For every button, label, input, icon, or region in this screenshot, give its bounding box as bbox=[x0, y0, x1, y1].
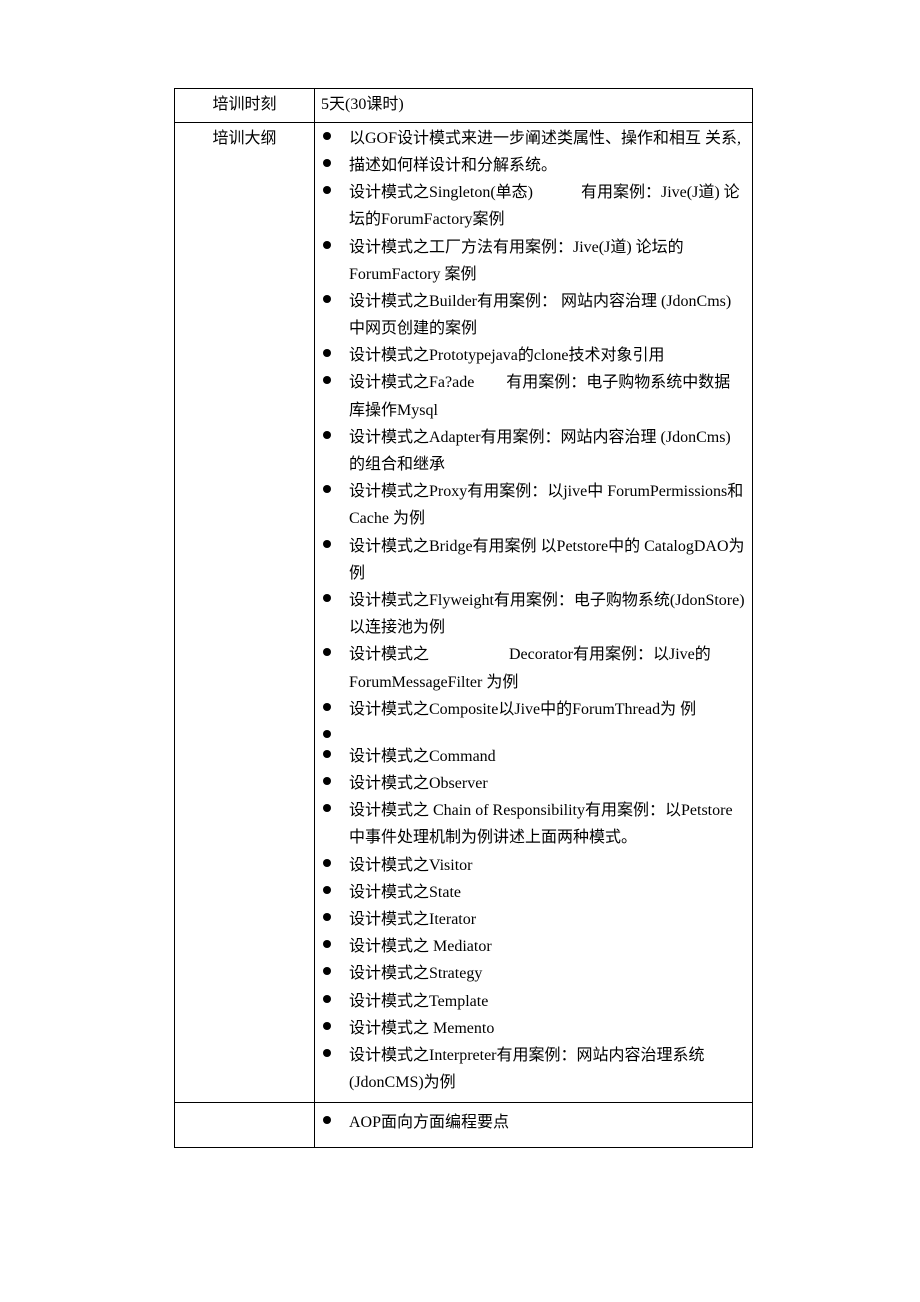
list-item-text: 设计模式之Flyweight有用案例：电子购物系统(JdonStore)以连接池… bbox=[349, 592, 745, 636]
bullet-icon bbox=[323, 1049, 331, 1057]
list-item-text: 设计模式之Composite以Jive中的ForumThread为 例 bbox=[349, 701, 696, 718]
list-item-text: 设计模式之Proxy有用案例：以jive中 ForumPermissions和 … bbox=[349, 483, 743, 527]
list-item: 描述如何样设计和分解系统。 bbox=[317, 152, 746, 179]
bullet-icon bbox=[323, 750, 331, 758]
bullet-icon bbox=[323, 967, 331, 975]
bullet-icon bbox=[323, 1022, 331, 1030]
list-item: 设计模式之Command bbox=[317, 743, 746, 770]
list-item-text: 设计模式之Singleton(单态) 有用案例：Jive(J道) 论坛的Foru… bbox=[349, 184, 740, 228]
list-item-text: 设计模式之Builder有用案例： 网站内容治理 (JdonCms)中网页创建的… bbox=[349, 293, 731, 337]
bullet-icon bbox=[323, 540, 331, 548]
bullet-icon bbox=[323, 594, 331, 602]
list-item: 设计模式之Bridge有用案例 以Petstore中的 CatalogDAO为例 bbox=[317, 533, 746, 587]
bullet-icon bbox=[323, 132, 331, 140]
bullet-icon bbox=[323, 859, 331, 867]
list-item-text: 设计模式之Iterator bbox=[349, 911, 476, 928]
row3-value-cell: AOP面向方面编程要点 bbox=[315, 1103, 753, 1147]
list-item-text: 设计模式之Command bbox=[349, 748, 496, 765]
list-item: 设计模式之Interpreter有用案例：网站内容治理系统(JdonCMS)为例 bbox=[317, 1042, 746, 1096]
bullet-icon bbox=[323, 241, 331, 249]
table-row: AOP面向方面编程要点 bbox=[175, 1103, 753, 1147]
list-item: 设计模式之Proxy有用案例：以jive中 ForumPermissions和 … bbox=[317, 478, 746, 532]
bullet-icon bbox=[323, 995, 331, 1003]
bullet-icon bbox=[323, 159, 331, 167]
list-item-text: 设计模式之Strategy bbox=[349, 965, 482, 982]
list-item-text: 设计模式之State bbox=[349, 884, 461, 901]
list-item: 设计模式之Strategy bbox=[317, 960, 746, 987]
list-item: 设计模式之 Mediator bbox=[317, 933, 746, 960]
list-item: 设计模式之Fa?ade 有用案例：电子购物系统中数据库操作Mysql bbox=[317, 369, 746, 423]
list-item: 设计模式之Template bbox=[317, 988, 746, 1015]
list-item-text: 描述如何样设计和分解系统。 bbox=[349, 157, 557, 174]
list-item-text: 设计模式之Visitor bbox=[349, 857, 473, 874]
list-item-text: 设计模式之Adapter有用案例：网站内容治理 (JdonCms)的组合和继承 bbox=[349, 429, 731, 473]
list-item-text: 设计模式之 Chain of Responsibility有用案例：以Petst… bbox=[349, 802, 733, 846]
list-item: 以GOF设计模式来进一步阐述类属性、操作和相互 关系, bbox=[317, 125, 746, 152]
list-item: 设计模式之Singleton(单态) 有用案例：Jive(J道) 论坛的Foru… bbox=[317, 179, 746, 233]
list-item-text: 设计模式之Observer bbox=[349, 775, 488, 792]
row2-value-cell: 以GOF设计模式来进一步阐述类属性、操作和相互 关系, 描述如何样设计和分解系统。… bbox=[315, 122, 753, 1103]
list-item-text: 设计模式之 Mediator bbox=[349, 938, 492, 955]
row3-bullet-list: AOP面向方面编程要点 bbox=[317, 1109, 748, 1136]
bullet-icon bbox=[323, 349, 331, 357]
list-item: 设计模式之Adapter有用案例：网站内容治理 (JdonCms)的组合和继承 bbox=[317, 424, 746, 478]
row1-label-cell: 培训时刻 bbox=[175, 89, 315, 123]
bullet-icon bbox=[323, 485, 331, 493]
bullet-icon bbox=[323, 703, 331, 711]
bullet-icon bbox=[323, 295, 331, 303]
row3-label-cell bbox=[175, 1103, 315, 1147]
bullet-icon bbox=[323, 376, 331, 384]
row1-label: 培训时刻 bbox=[212, 96, 276, 113]
bullet-icon bbox=[323, 730, 331, 738]
list-item-text: 设计模式之Template bbox=[349, 993, 488, 1010]
list-item bbox=[317, 723, 746, 743]
list-item-text: 设计模式之 Memento bbox=[349, 1020, 494, 1037]
list-item: AOP面向方面编程要点 bbox=[317, 1109, 746, 1136]
list-item-text: 以GOF设计模式来进一步阐述类属性、操作和相互 关系, bbox=[349, 130, 741, 147]
bullet-icon bbox=[323, 804, 331, 812]
list-item-text: 设计模式之 Decorator有用案例：以Jive的ForumMessageFi… bbox=[349, 646, 711, 690]
table-row: 培训大纲 以GOF设计模式来进一步阐述类属性、操作和相互 关系, 描述如何样设计和… bbox=[175, 122, 753, 1103]
bullet-icon bbox=[323, 186, 331, 194]
bullet-icon bbox=[323, 913, 331, 921]
list-item: 设计模式之State bbox=[317, 879, 746, 906]
list-item: 设计模式之工厂方法有用案例：Jive(J道) 论坛的ForumFactory 案… bbox=[317, 234, 746, 288]
list-item-text: 设计模式之工厂方法有用案例：Jive(J道) 论坛的ForumFactory 案… bbox=[349, 239, 684, 283]
list-item-text: 设计模式之Bridge有用案例 以Petstore中的 CatalogDAO为例 bbox=[349, 538, 745, 582]
row2-label: 培训大纲 bbox=[212, 130, 276, 147]
bullet-icon bbox=[323, 431, 331, 439]
bullet-icon bbox=[323, 1116, 331, 1124]
list-item: 设计模式之Flyweight有用案例：电子购物系统(JdonStore)以连接池… bbox=[317, 587, 746, 641]
table-row: 培训时刻 5天(30课时) bbox=[175, 89, 753, 123]
page: 培训时刻 5天(30课时) 培训大纲 以GOF设计模式来进一步阐述类属性、操作和… bbox=[0, 0, 920, 1148]
list-item-text: 设计模式之Interpreter有用案例：网站内容治理系统(JdonCMS)为例 bbox=[349, 1047, 705, 1091]
list-item: 设计模式之Builder有用案例： 网站内容治理 (JdonCms)中网页创建的… bbox=[317, 288, 746, 342]
list-item-text: 设计模式之Prototypejava的clone技术对象引用 bbox=[349, 347, 665, 364]
list-item: 设计模式之Composite以Jive中的ForumThread为 例 bbox=[317, 696, 746, 723]
bullet-icon bbox=[323, 648, 331, 656]
row2-bullet-list: 以GOF设计模式来进一步阐述类属性、操作和相互 关系, 描述如何样设计和分解系统。… bbox=[317, 125, 748, 1097]
list-item: 设计模式之 Decorator有用案例：以Jive的ForumMessageFi… bbox=[317, 641, 746, 695]
training-table: 培训时刻 5天(30课时) 培训大纲 以GOF设计模式来进一步阐述类属性、操作和… bbox=[174, 88, 753, 1148]
list-item: 设计模式之 Chain of Responsibility有用案例：以Petst… bbox=[317, 797, 746, 851]
list-item-text: 设计模式之Fa?ade 有用案例：电子购物系统中数据库操作Mysql bbox=[349, 374, 730, 418]
list-item: 设计模式之Visitor bbox=[317, 852, 746, 879]
list-item: 设计模式之Prototypejava的clone技术对象引用 bbox=[317, 342, 746, 369]
bullet-icon bbox=[323, 777, 331, 785]
list-item-text: AOP面向方面编程要点 bbox=[349, 1114, 509, 1131]
bullet-icon bbox=[323, 940, 331, 948]
row1-value-cell: 5天(30课时) bbox=[315, 89, 753, 123]
row1-value: 5天(30课时) bbox=[321, 96, 404, 113]
list-item: 设计模式之 Memento bbox=[317, 1015, 746, 1042]
list-item: 设计模式之Observer bbox=[317, 770, 746, 797]
row2-label-cell: 培训大纲 bbox=[175, 122, 315, 1103]
bullet-icon bbox=[323, 886, 331, 894]
list-item: 设计模式之Iterator bbox=[317, 906, 746, 933]
